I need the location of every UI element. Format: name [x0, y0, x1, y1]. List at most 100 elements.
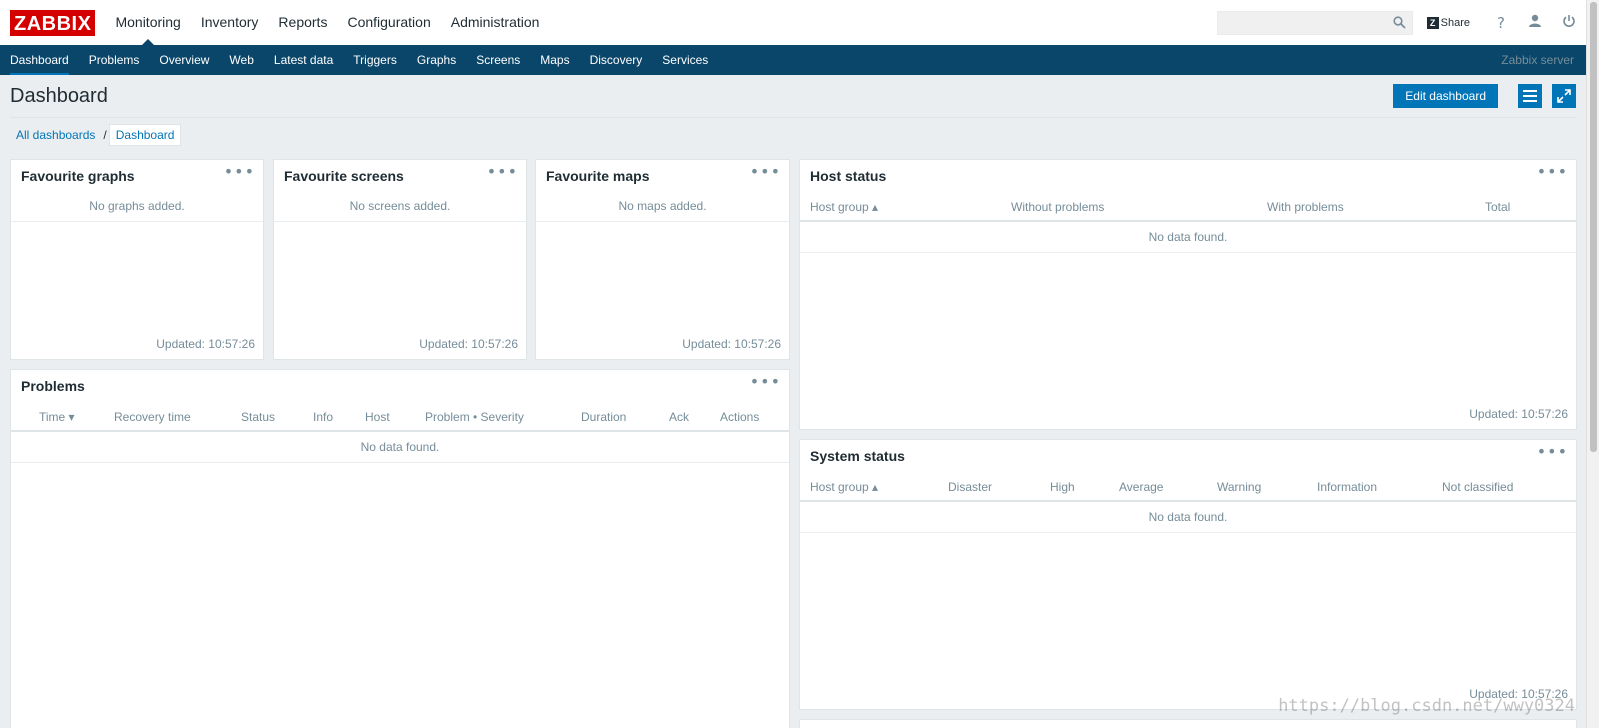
page-header: Dashboard Edit dashboard: [10, 84, 1576, 118]
zabbix-logo[interactable]: ZABBIX: [10, 9, 96, 36]
widget-partial: [799, 719, 1577, 728]
widget-title: Favourite graphs: [21, 168, 135, 184]
widget-title: Favourite screens: [284, 168, 404, 184]
divider: [536, 221, 789, 222]
empty-message: No maps added.: [618, 199, 707, 213]
widget-menu-button[interactable]: •••: [224, 164, 255, 180]
subnav-web[interactable]: Web: [219, 45, 263, 75]
updated-time: Updated: 10:57:26: [156, 337, 255, 351]
empty-message: No graphs added.: [89, 199, 185, 213]
column-information: Information: [1317, 480, 1378, 494]
column-with-problems: With problems: [1267, 200, 1344, 214]
column-host-group[interactable]: Host group ▴: [810, 475, 878, 499]
divider: [800, 252, 1576, 253]
widget-title: Favourite maps: [546, 168, 650, 184]
column-average: Average: [1119, 480, 1164, 494]
search-input[interactable]: [1216, 10, 1413, 35]
updated-time: Updated: 10:57:26: [682, 337, 781, 351]
column-info: Info: [313, 410, 334, 424]
nav-configuration[interactable]: Configuration: [337, 0, 440, 45]
widget-menu-button[interactable]: •••: [750, 374, 781, 390]
share-label: Share: [1440, 16, 1470, 29]
breadcrumb: All dashboards / Dashboard: [10, 124, 182, 146]
column-recovery-time: Recovery time: [114, 410, 191, 424]
subnav-dashboard[interactable]: Dashboard: [0, 45, 79, 75]
column-warning: Warning: [1217, 480, 1262, 494]
empty-message: No screens added.: [349, 199, 451, 213]
nav-monitoring[interactable]: Monitoring: [105, 0, 190, 45]
help-icon[interactable]: ?: [1484, 14, 1518, 32]
breadcrumb-current[interactable]: Dashboard: [108, 124, 182, 146]
divider: [274, 221, 526, 222]
column-high: High: [1050, 480, 1075, 494]
column-disaster: Disaster: [948, 480, 993, 494]
page-scrollbar[interactable]: [1586, 0, 1599, 728]
widget-favourite-maps: Favourite maps ••• No maps added. Update…: [535, 159, 790, 360]
column-duration: Duration: [581, 410, 627, 424]
widget-menu-button[interactable]: •••: [750, 164, 781, 180]
power-icon[interactable]: [1552, 14, 1586, 32]
nav-reports[interactable]: Reports: [268, 0, 337, 45]
fullscreen-button[interactable]: [1552, 84, 1576, 108]
menu-icon: [1523, 90, 1537, 102]
table-header: Host group ▴ Without problems With probl…: [800, 195, 1576, 219]
share-button[interactable]: Z Share: [1426, 16, 1470, 29]
updated-time: Updated: 10:57:26: [419, 337, 518, 351]
widget-menu-button[interactable]: •••: [1537, 444, 1568, 460]
subnav-discovery[interactable]: Discovery: [580, 45, 653, 75]
column-ack: Ack: [669, 410, 690, 424]
column-actions: Actions: [720, 410, 760, 424]
column-time[interactable]: Time ▾: [39, 405, 75, 429]
widget-title: Host status: [810, 168, 887, 184]
table-header: Time ▾ Recovery time Status Info Host Pr…: [11, 405, 789, 429]
breadcrumb-separator: /: [103, 128, 107, 142]
widget-favourite-screens: Favourite screens ••• No screens added. …: [273, 159, 527, 360]
subnav-services[interactable]: Services: [652, 45, 718, 75]
search-icon[interactable]: [1393, 15, 1406, 32]
widget-favourite-graphs: Favourite graphs ••• No graphs added. Up…: [10, 159, 264, 360]
widget-system-status: System status ••• Host group ▴ Disaster …: [799, 439, 1577, 710]
user-icon[interactable]: [1518, 14, 1552, 32]
subnav-screens[interactable]: Screens: [466, 45, 530, 75]
column-not-classified: Not classified: [1442, 480, 1514, 494]
watermark: https://blog.csdn.net/wwy0324: [1278, 696, 1575, 716]
scrollbar-thumb[interactable]: [1590, 2, 1597, 452]
empty-message: No data found.: [1148, 230, 1228, 244]
widget-title: Problems: [21, 378, 85, 394]
main-nav: Monitoring Inventory Reports Configurati…: [105, 0, 549, 45]
divider: [11, 462, 789, 463]
column-host-group[interactable]: Host group ▴: [810, 195, 878, 219]
empty-message: No data found.: [360, 440, 440, 454]
header-divider: [800, 220, 1576, 222]
header-buttons: Edit dashboard: [1393, 84, 1576, 108]
column-total: Total: [1485, 200, 1511, 214]
edit-dashboard-button[interactable]: Edit dashboard: [1393, 84, 1498, 108]
subnav-triggers[interactable]: Triggers: [343, 45, 407, 75]
page-title: Dashboard: [10, 85, 108, 107]
divider: [11, 221, 263, 222]
header-divider: [800, 500, 1576, 502]
widget-menu-button[interactable]: •••: [487, 164, 518, 180]
widget-problems: Problems ••• Time ▾ Recovery time Status…: [10, 369, 790, 728]
subnav-overview[interactable]: Overview: [149, 45, 219, 75]
subnav-maps[interactable]: Maps: [530, 45, 579, 75]
subnav-problems[interactable]: Problems: [79, 45, 150, 75]
column-without-problems: Without problems: [1011, 200, 1105, 214]
table-header: Host group ▴ Disaster High Average Warni…: [800, 475, 1576, 499]
column-host: Host: [365, 410, 390, 424]
nav-administration[interactable]: Administration: [441, 0, 550, 45]
sub-nav: Dashboard Problems Overview Web Latest d…: [0, 45, 718, 75]
fullscreen-icon: [1557, 89, 1571, 103]
breadcrumb-all-dashboards[interactable]: All dashboards: [10, 128, 101, 142]
empty-message: No data found.: [1148, 510, 1228, 524]
subnav-latest-data[interactable]: Latest data: [264, 45, 343, 75]
subnav-graphs[interactable]: Graphs: [407, 45, 466, 75]
sub-nav-bar: Dashboard Problems Overview Web Latest d…: [0, 45, 1586, 75]
header-divider: [11, 430, 789, 432]
nav-inventory[interactable]: Inventory: [191, 0, 269, 45]
column-problem-severity: Problem • Severity: [425, 410, 524, 424]
widget-menu-button[interactable]: •••: [1537, 164, 1568, 180]
dashboard-actions-button[interactable]: [1518, 84, 1542, 108]
divider: [800, 532, 1576, 533]
column-status: Status: [241, 410, 276, 424]
